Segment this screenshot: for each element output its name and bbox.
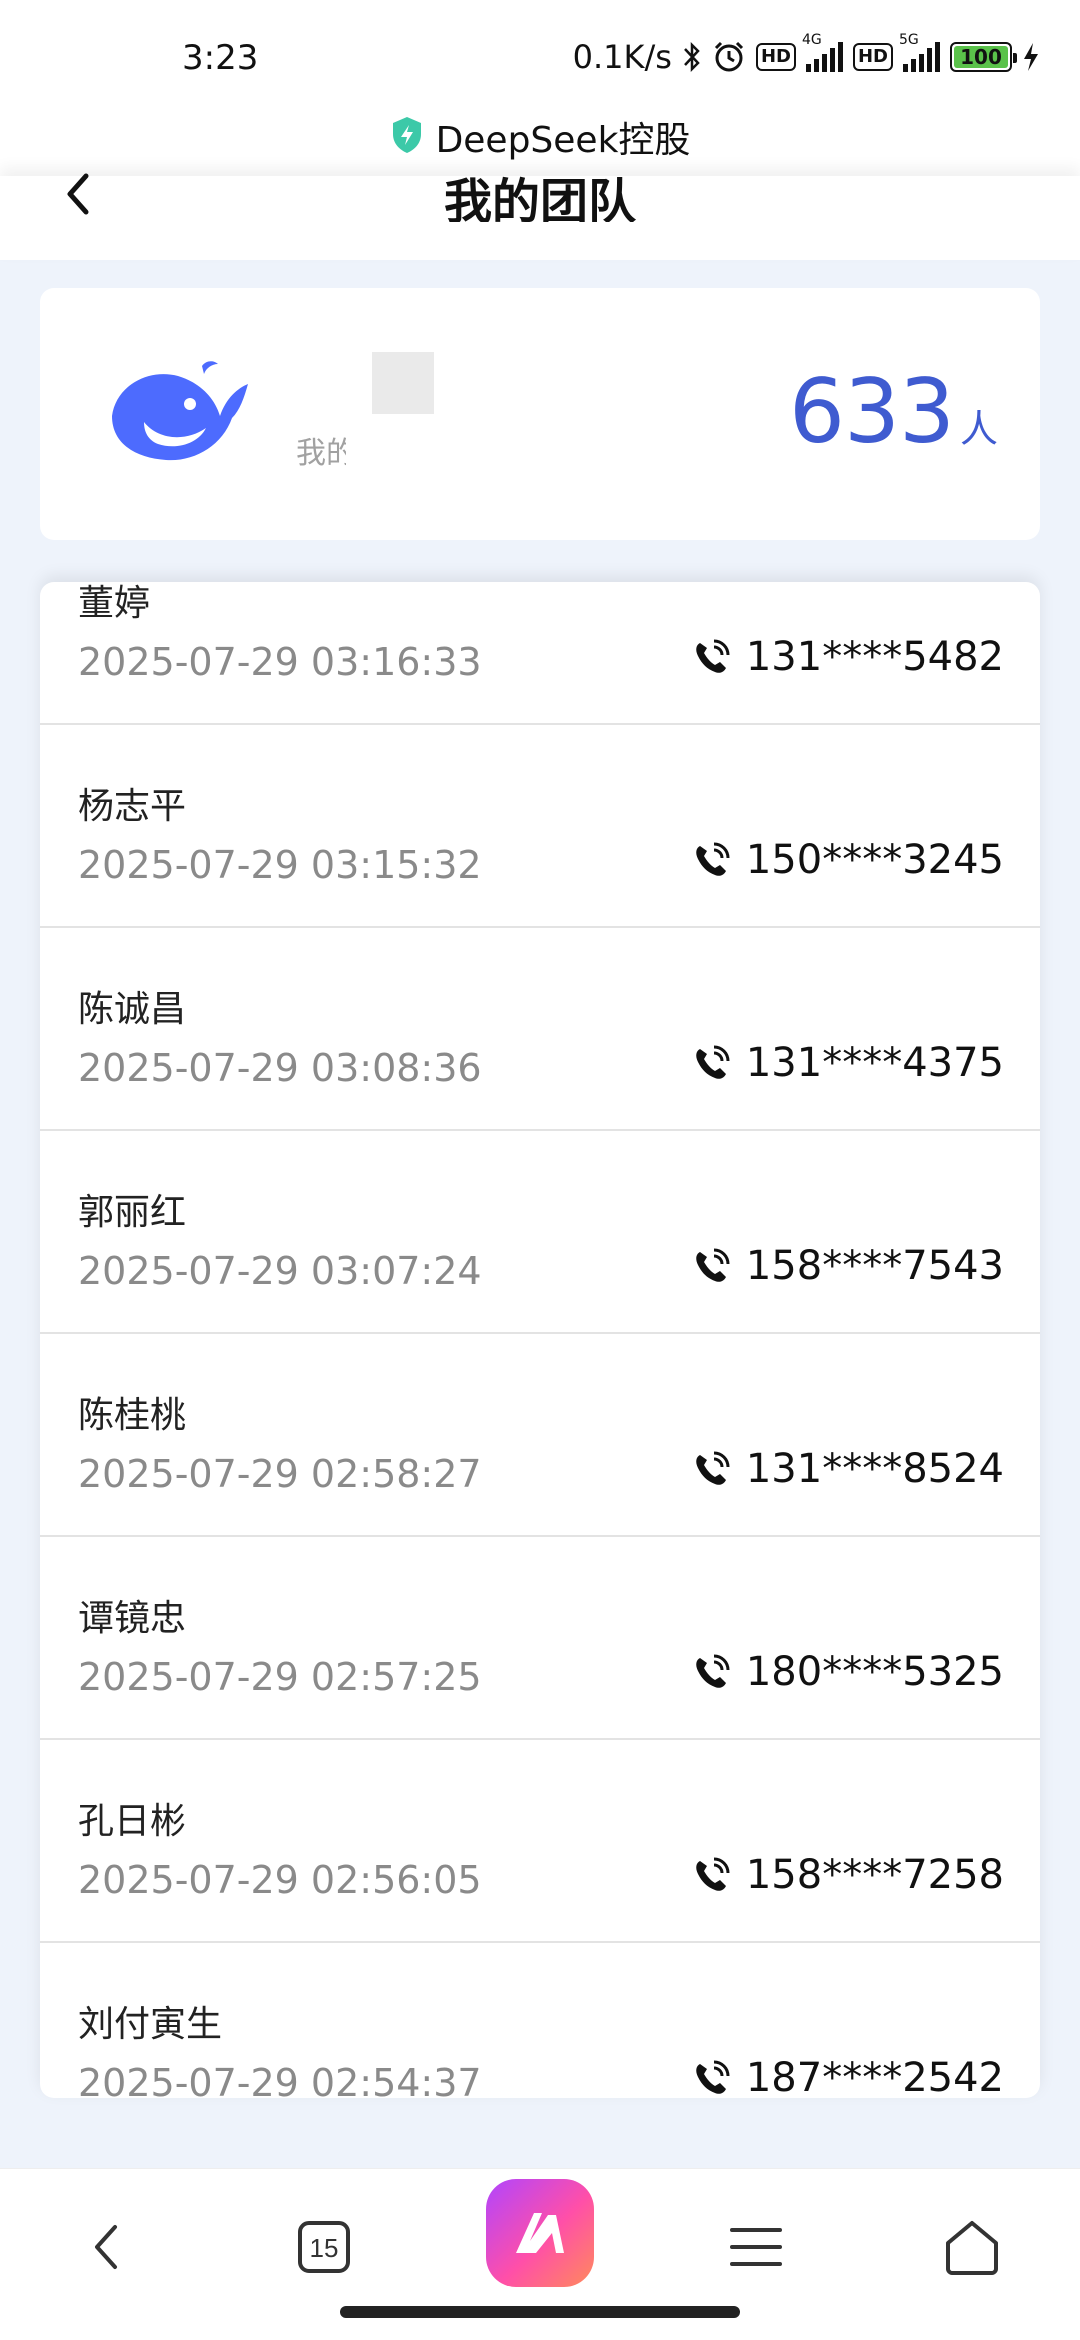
phone-icon <box>696 1248 730 1282</box>
site-name: DeepSeek控股 <box>435 120 691 161</box>
tabs-button[interactable]: 15 <box>274 2197 374 2297</box>
alarm-icon <box>712 40 746 74</box>
phone-icon <box>696 842 730 876</box>
member-join-time: 2025-07-29 02:54:37 <box>78 2061 482 2098</box>
svg-text:15: 15 <box>310 2233 339 2263</box>
team-count: 633 人 <box>789 360 998 463</box>
member-list[interactable]: 董婷 2025-07-29 03:16:33 131****5482 杨志平 2… <box>40 582 1040 2098</box>
phone-icon <box>696 1654 730 1688</box>
status-icons: 0.1K/s HD 4G HD 5G 100 <box>572 32 1040 76</box>
signal-5g-icon: 5G <box>899 32 940 72</box>
team-count-number: 633 <box>789 360 955 463</box>
member-name: 谭镜忠 <box>78 1598 187 1639</box>
member-name: 郭丽红 <box>78 1192 187 1233</box>
ai-assistant-button[interactable] <box>486 2179 594 2287</box>
phone-icon <box>696 2060 730 2094</box>
list-item[interactable]: 谭镜忠 2025-07-29 02:57:25 180****5325 <box>40 1537 1040 1740</box>
member-phone[interactable]: 131****8524 <box>692 1446 1004 1492</box>
member-phone[interactable]: 158****7543 <box>692 1243 1004 1289</box>
phone-icon <box>696 1045 730 1079</box>
list-item[interactable]: 孔日彬 2025-07-29 02:56:05 158****7258 <box>40 1740 1040 1943</box>
ai-logo-icon <box>516 2213 564 2253</box>
home-icon <box>946 2221 998 2275</box>
member-phone[interactable]: 180****5325 <box>692 1649 1004 1695</box>
menu-button[interactable] <box>706 2197 806 2297</box>
list-item[interactable]: 郭丽红 2025-07-29 03:07:24 158****7543 <box>40 1131 1040 1334</box>
member-join-time: 2025-07-29 03:07:24 <box>78 1249 482 1293</box>
member-join-time: 2025-07-29 02:57:25 <box>78 1655 482 1699</box>
member-join-time: 2025-07-29 03:16:33 <box>78 640 482 684</box>
phone-icon <box>696 639 730 673</box>
member-name: 陈桂桃 <box>78 1395 187 1436</box>
team-summary-card: 我的 633 人 <box>40 288 1040 540</box>
tabs-icon: 15 <box>298 2221 350 2273</box>
bluetooth-icon <box>682 40 702 74</box>
member-phone[interactable]: 131****4375 <box>692 1040 1004 1086</box>
member-join-time: 2025-07-29 03:08:36 <box>78 1046 482 1090</box>
status-bar: 3:23 0.1K/s HD 4G HD 5G 100 <box>0 0 1080 98</box>
home-indicator[interactable] <box>340 2306 740 2318</box>
member-phone[interactable]: 187****2542 <box>692 2055 1004 2098</box>
member-name: 孔日彬 <box>78 1801 187 1842</box>
list-item[interactable]: 陈桂桃 2025-07-29 02:58:27 131****8524 <box>40 1334 1040 1537</box>
member-join-time: 2025-07-29 02:56:05 <box>78 1858 482 1902</box>
member-name: 陈诚昌 <box>78 989 187 1030</box>
list-item[interactable]: 杨志平 2025-07-29 03:15:32 150****3245 <box>40 725 1040 928</box>
shield-icon <box>390 115 424 159</box>
deepseek-whale-logo <box>106 358 250 470</box>
nav-back-button[interactable] <box>56 2197 156 2297</box>
member-join-time: 2025-07-29 02:58:27 <box>78 1452 482 1496</box>
list-item[interactable]: 刘付寅生 2025-07-29 02:54:37 187****2542 <box>40 1943 1040 2098</box>
net-speed: 0.1K/s <box>572 38 672 76</box>
member-name: 杨志平 <box>78 786 187 827</box>
battery-icon: 100 <box>950 42 1017 72</box>
charging-icon <box>1022 40 1040 74</box>
page-title: 我的团队 <box>443 174 636 222</box>
phone-icon <box>696 1451 730 1485</box>
page-header: 我的团队 <box>0 173 1080 260</box>
hd-icon: HD <box>852 43 893 71</box>
chevron-left-icon <box>95 2225 117 2269</box>
member-phone[interactable]: 150****3245 <box>692 837 1004 883</box>
home-button[interactable] <box>922 2197 1022 2297</box>
team-count-unit: 人 <box>959 407 998 451</box>
hd-icon: HD <box>755 43 796 71</box>
member-phone[interactable]: 131****5482 <box>692 634 1004 680</box>
menu-icon <box>730 2228 782 2266</box>
avatar-placeholder <box>372 352 434 414</box>
list-item[interactable]: 陈诚昌 2025-07-29 03:08:36 131****4375 <box>40 928 1040 1131</box>
member-join-time: 2025-07-29 03:15:32 <box>78 843 482 887</box>
status-time: 3:23 <box>182 38 259 78</box>
user-label: 我的 <box>296 436 346 471</box>
member-name: 刘付寅生 <box>78 2004 223 2045</box>
member-phone[interactable]: 158****7258 <box>692 1852 1004 1898</box>
list-item[interactable]: 董婷 2025-07-29 03:16:33 131****5482 <box>40 582 1040 725</box>
phone-icon <box>696 1857 730 1891</box>
member-name: 董婷 <box>78 583 151 624</box>
signal-4g-icon: 4G <box>802 32 843 72</box>
